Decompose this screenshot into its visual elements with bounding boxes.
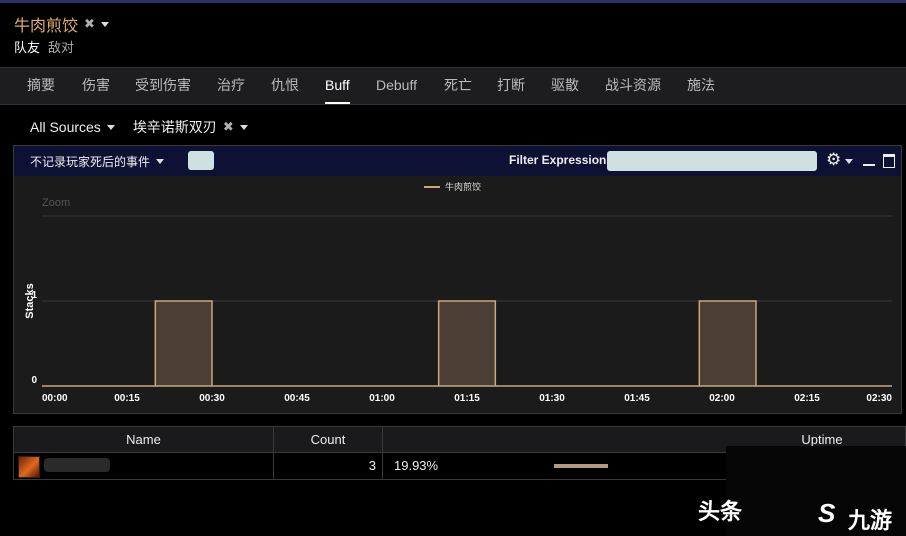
chevron-down-icon[interactable] <box>239 124 248 130</box>
column-divider <box>382 427 383 454</box>
ability-label: 埃辛诺斯双刃 <box>132 119 217 135</box>
remove-ability-icon[interactable]: ✖ <box>223 119 234 135</box>
col-name-header[interactable]: Name <box>14 427 273 454</box>
tab-casts[interactable]: 施法 <box>687 68 715 104</box>
death-filter-dropdown[interactable]: 不记录玩家死后的事件 <box>30 153 165 170</box>
tab-healing[interactable]: 治疗 <box>217 68 245 104</box>
tab-dispels[interactable]: 驱散 <box>551 68 579 104</box>
y-tick-label: 0 <box>31 375 37 386</box>
stack-interval-fill <box>155 301 212 386</box>
x-tick-label: 01:15 <box>454 393 480 404</box>
ally-link[interactable]: 队友 <box>14 37 40 56</box>
x-tick-label: 02:30 <box>866 393 892 404</box>
actor-dropdown-icon[interactable] <box>100 21 109 27</box>
graph-panel: 不记录玩家死后的事件 Filter Expression: ⚙ 牛肉煎饺 Zoo… <box>13 145 902 414</box>
x-tick-label: 02:00 <box>709 393 735 404</box>
chevron-down-icon <box>156 159 165 164</box>
report-tabs: 摘要 伤害 受到伤害 治疗 仇恨 Buff Debuff 死亡 打断 驱散 战斗… <box>0 67 906 105</box>
x-tick-label: 01:30 <box>539 393 565 404</box>
remove-actor-icon[interactable]: ✖ <box>84 16 95 32</box>
actor-name[interactable]: 牛肉煎饺 <box>14 12 78 36</box>
tab-resources[interactable]: 战斗资源 <box>605 68 661 104</box>
watermark-brand: 九游 <box>848 508 893 533</box>
x-tick-label: 00:00 <box>42 393 68 404</box>
row-uptime-percent: 19.93% <box>394 458 439 473</box>
stack-interval-fill <box>699 301 756 386</box>
zoom-label[interactable]: Zoom <box>42 197 70 209</box>
ability-filter[interactable]: 埃辛诺斯双刃 ✖ <box>133 117 248 137</box>
x-tick-label: 00:30 <box>199 393 225 404</box>
filter-expression-label: Filter Expression: <box>509 153 611 167</box>
x-tick-label: 01:45 <box>624 393 650 404</box>
chevron-down-icon[interactable] <box>845 159 853 164</box>
gear-icon[interactable]: ⚙ <box>826 150 841 170</box>
sources-label: All Sources <box>30 119 101 135</box>
stack-interval-fill <box>438 301 496 386</box>
sources-dropdown[interactable]: All Sources <box>30 117 115 137</box>
ability-icon <box>18 456 40 478</box>
legend-label: 牛肉煎饺 <box>445 181 481 192</box>
tab-damage-taken[interactable]: 受到伤害 <box>135 68 191 104</box>
tab-summary[interactable]: 摘要 <box>27 68 55 104</box>
faction-switch: 队友 敌对 <box>14 37 74 56</box>
maximize-icon[interactable] <box>883 154 895 168</box>
graph-toolbar: 不记录玩家死后的事件 Filter Expression: ⚙ <box>14 146 901 176</box>
tab-threat[interactable]: 仇恨 <box>271 68 299 104</box>
filter-expression-input[interactable] <box>607 151 817 171</box>
tab-buffs[interactable]: Buff <box>325 68 350 104</box>
x-tick-label: 02:15 <box>794 393 820 404</box>
toggle-box[interactable] <box>188 151 214 170</box>
top-border <box>0 0 906 3</box>
redacted-name <box>44 458 110 472</box>
y-tick-label: 1 <box>31 290 37 301</box>
x-tick-label: 00:15 <box>114 393 140 404</box>
tab-debuffs[interactable]: Debuff <box>376 68 417 104</box>
tab-damage-done[interactable]: 伤害 <box>82 68 110 104</box>
tab-deaths[interactable]: 死亡 <box>444 68 472 104</box>
buff-uptime-chart[interactable]: 牛肉煎饺 Zoom Stacks 0 1 00:00 00:15 00:30 00:45… <box>14 176 901 413</box>
x-tick-label: 01:00 <box>369 393 395 404</box>
y-axis-title: Stacks <box>24 283 36 318</box>
actor-header[interactable]: 牛肉煎饺 ✖ <box>14 12 109 36</box>
column-divider <box>382 453 383 479</box>
watermark-text: 头条 <box>698 499 743 524</box>
tab-interrupts[interactable]: 打断 <box>497 68 525 104</box>
minimize-icon[interactable] <box>863 164 875 166</box>
watermark-logo: S <box>818 498 836 528</box>
death-filter-label: 不记录玩家死后的事件 <box>30 155 151 169</box>
uptime-bar <box>554 464 608 468</box>
filter-row: All Sources 埃辛诺斯双刃 ✖ <box>30 117 248 137</box>
enemy-link[interactable]: 敌对 <box>48 37 74 56</box>
col-count-header[interactable]: Count <box>274 427 382 454</box>
row-count: 3 <box>368 458 376 473</box>
x-tick-label: 00:45 <box>284 393 310 404</box>
chevron-down-icon <box>106 124 115 130</box>
